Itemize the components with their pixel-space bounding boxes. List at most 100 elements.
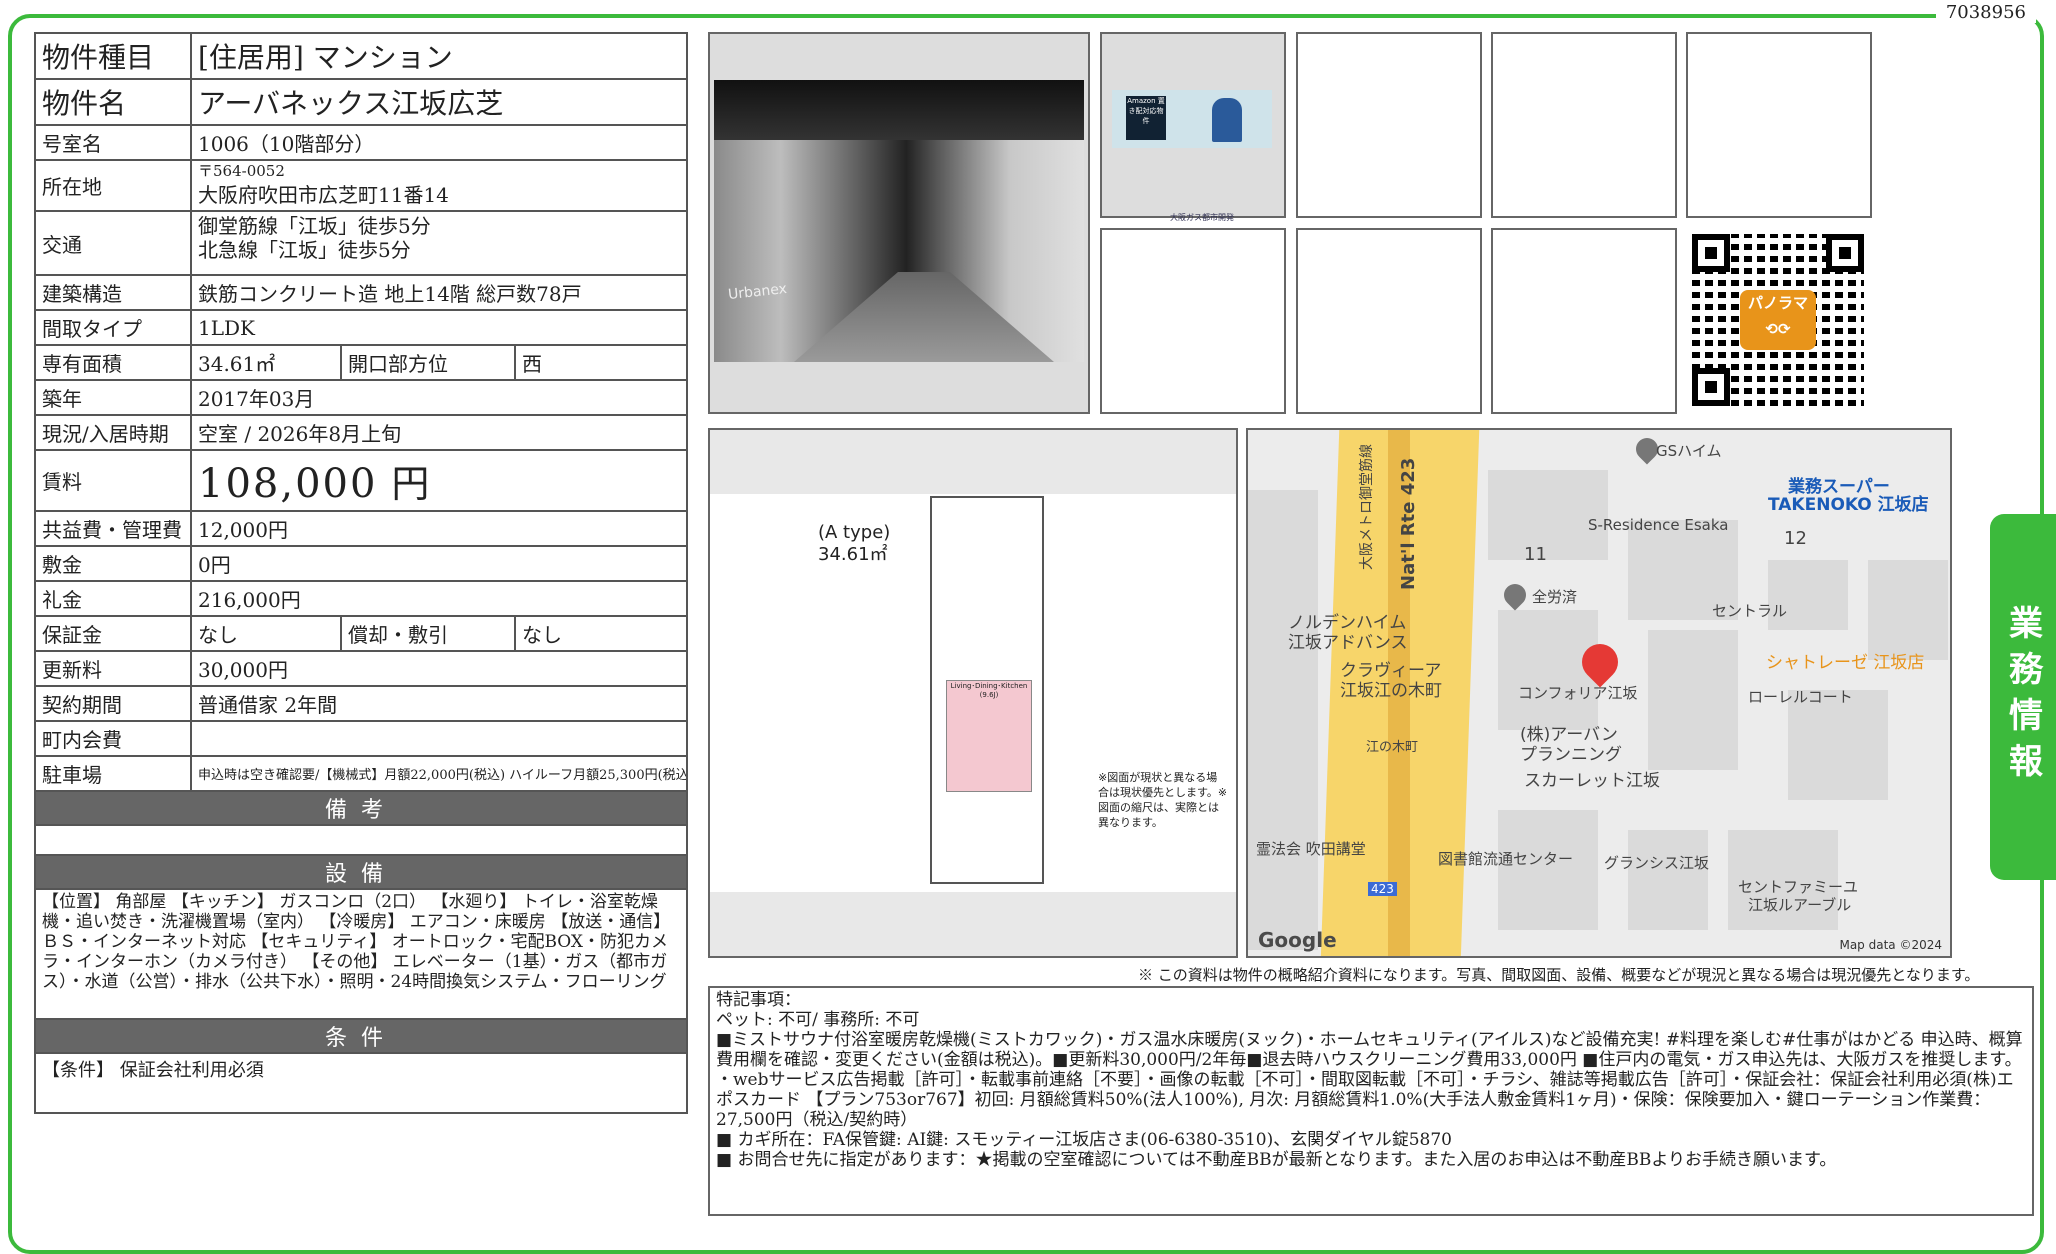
map-label-central: セントラル	[1712, 602, 1788, 620]
type-label: 物件種目	[34, 32, 192, 80]
town-fee-value	[189, 720, 689, 757]
rotate-icon: ⟲⟳	[1765, 320, 1791, 338]
photo-slot-4[interactable]	[1491, 32, 1677, 218]
room-value: 1006（10階部分）	[189, 124, 689, 161]
transport-line-1: 御堂筋線「江坂」徒歩5分	[198, 214, 431, 238]
floorplan-note: ※図面が現状と異なる場合は現状優先とします。※図面の縮尺は、実際とは異なります。	[1098, 771, 1228, 829]
amazon-banner: Amazon 置き配対応物件	[1112, 90, 1272, 148]
notes-line-3: ■ カギ所在：FA保管鍵: AI鍵: スモッティー江坂店さま(06-6380-3…	[716, 1130, 1452, 1150]
map-label-lehavre: 江坂ルアーブル	[1748, 896, 1852, 914]
map-label-esaka-advance: 江坂アドバンス	[1288, 633, 1408, 653]
location-map[interactable]: GSハイム 業務スーパー TAKENOKO 江坂店 S-Residence Es…	[1246, 428, 1952, 958]
guarantee-value: なし	[190, 615, 342, 652]
map-label-comforia: コンフォリア江坂	[1518, 684, 1638, 702]
map-label-enokicho: 江坂江の木町	[1340, 681, 1442, 701]
equipment-header: 設備	[33, 854, 689, 890]
deposit-label: 敷金	[34, 545, 192, 582]
fee-label: 共益費・管理費	[34, 510, 192, 547]
parking-value: 申込時は空き確認要/【機械式】月額22,000円(税込) ハイルーフ月額25,3…	[189, 755, 689, 792]
photo-slot-7[interactable]	[1296, 228, 1482, 414]
side-tab-business-info[interactable]: 業務情報	[1990, 514, 2056, 880]
built-label: 築年	[34, 379, 192, 416]
rent-label: 賃料	[34, 449, 192, 512]
floor-plan[interactable]: (A type) 34.61㎡ Living･Dining･Kitchen (9…	[708, 428, 1238, 958]
photo-amazon[interactable]: Amazon 置き配対応物件 大阪ガス都市開発	[1100, 32, 1286, 222]
map-label-planning: プランニング	[1520, 745, 1622, 765]
layout-value: 1LDK	[189, 309, 689, 346]
map-label-gs-heim: GSハイム	[1656, 442, 1722, 460]
map-label-chateraise: シャトレーゼ 江坂店	[1766, 653, 1925, 673]
map-label-reihokai: 霊法会 吹田講堂	[1256, 840, 1366, 858]
renewal-label: 更新料	[34, 650, 192, 687]
amort-value: なし	[513, 615, 689, 652]
renewal-value: 30,000円	[189, 650, 689, 687]
area-value: 34.61㎡	[190, 344, 342, 381]
direction-label: 開口部方位	[340, 344, 516, 381]
name-label: 物件名	[34, 78, 192, 126]
map-label-takenoko: TAKENOKO 江坂店	[1768, 495, 1929, 515]
building-sign: Urbanex	[727, 280, 788, 304]
route-shield-423: 423	[1368, 882, 1397, 896]
name-value: アーバネックス江坂広芝	[189, 78, 689, 126]
equipment-body: 【位置】 角部屋 【キッチン】 ガスコンロ（2口） 【水廻り】 トイレ・浴室乾燥…	[33, 888, 689, 1020]
floorplan-area: 34.61㎡	[818, 544, 888, 565]
address-label: 所在地	[34, 159, 192, 212]
status-value: 空室 / 2026年8月上旬	[189, 414, 689, 451]
map-label-grancys: グランシス江坂	[1604, 854, 1710, 872]
area-label: 専有面積	[34, 344, 192, 381]
built-value: 2017年03月	[189, 379, 689, 416]
remarks-header: 備考	[33, 790, 689, 826]
key-money-label: 礼金	[34, 580, 192, 617]
google-logo: Google	[1258, 928, 1337, 952]
photo-slot-6[interactable]	[1100, 228, 1286, 414]
document-id: 7038956	[1935, 2, 2036, 23]
map-label-scarlet: スカーレット江坂	[1524, 771, 1660, 791]
structure-label: 建築構造	[34, 274, 192, 311]
room-label: 号室名	[34, 124, 192, 161]
zip-code: 〒564-0052	[198, 162, 285, 180]
fee-value: 12,000円	[189, 510, 689, 547]
floorplan-type: (A type) 34.61㎡	[818, 522, 890, 566]
map-label-laurel-court: ローレルコート	[1748, 688, 1853, 706]
photo-slot-5[interactable]	[1686, 32, 1872, 218]
panorama-label: パノラマ	[1747, 294, 1808, 312]
panorama-qr-code[interactable]: パノラマ ⟲⟳	[1692, 234, 1864, 406]
status-label: 現況/入居時期	[34, 414, 192, 451]
ldk-room: Living･Dining･Kitchen (9.6J)	[946, 680, 1032, 792]
rent-value: 108,000	[198, 461, 378, 507]
rent-cell: 108,000 円	[189, 449, 689, 512]
key-money-value: 216,000円	[189, 580, 689, 617]
map-label-enokicho-street: 江の木町	[1366, 740, 1419, 755]
photo-slot-8[interactable]	[1491, 228, 1677, 414]
notes-title: 特記事項：	[716, 990, 801, 1010]
notes-line-4: ■ お問合せ先に指定があります：★掲載の空室確認については不動産BBが最新となり…	[716, 1150, 1837, 1170]
conditions-header: 条件	[33, 1018, 689, 1054]
panorama-badge: パノラマ ⟲⟳	[1740, 290, 1816, 350]
parking-label: 駐車場	[34, 755, 192, 792]
property-spec-table: 物件種目 [住居用] マンション 物件名 アーバネックス江坂広芝 号室名 1006（1…	[33, 32, 689, 1114]
direction-value: 西	[513, 344, 689, 381]
deposit-value: 0円	[189, 545, 689, 582]
town-fee-label: 町内会費	[34, 720, 192, 757]
type-value: [住居用] マンション	[189, 32, 689, 80]
map-label-block-11: 11	[1524, 544, 1547, 565]
floorplan-type-label: (A type)	[818, 522, 891, 543]
address-cell: 〒564-0052 大阪府吹田市広芝町11番14	[189, 159, 689, 212]
address-value: 大阪府吹田市広芝町11番14	[198, 183, 449, 207]
special-notes: 特記事項： ペット: 不可/ 事務所: 不可 ■ミストサウナ付浴室暖房乾燥機(ミ…	[708, 986, 2034, 1216]
layout-label: 間取タイプ	[34, 309, 192, 346]
amazon-label: Amazon 置き配対応物件	[1126, 96, 1166, 140]
map-label-route-423: Nat'l Rte 423	[1398, 457, 1419, 590]
structure-value: 鉄筋コンクリート造 地上14階 総戸数78戸	[189, 274, 689, 311]
transport-label: 交通	[34, 210, 192, 276]
delivery-person-icon	[1212, 98, 1242, 142]
map-label-block-12: 12	[1784, 528, 1807, 549]
notes-pet: ペット: 不可/ 事務所: 不可	[716, 1010, 920, 1030]
contract-label: 契約期間	[34, 685, 192, 722]
map-label-zenrosai: 全労済	[1532, 588, 1578, 606]
transport-cell: 御堂筋線「江坂」徒歩5分 北急線「江坂」徒歩5分	[189, 210, 689, 276]
map-pin-icon	[1499, 579, 1531, 611]
photo-slot-3[interactable]	[1296, 32, 1482, 218]
map-label-trc: 図書館流通センター	[1438, 850, 1574, 868]
photo-main[interactable]: Urbanex	[708, 32, 1090, 414]
